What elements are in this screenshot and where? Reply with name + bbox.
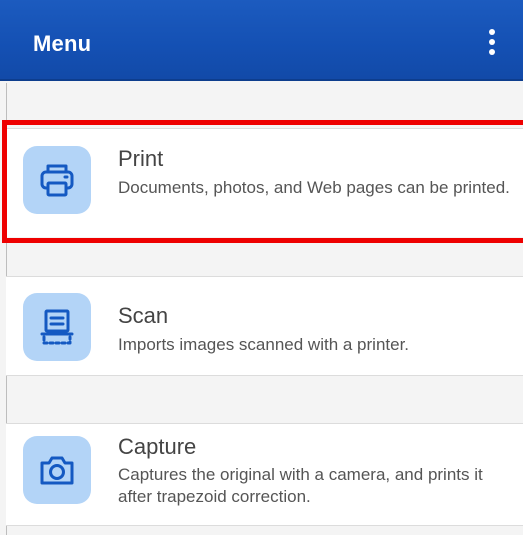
menu-item-description: Documents, photos, and Web pages can be … (118, 178, 510, 197)
menu-item-title: Capture (118, 434, 197, 459)
page-title: Menu (33, 31, 92, 56)
printer-icon (23, 146, 91, 214)
menu-item-title: Scan (118, 303, 169, 328)
more-vert-icon[interactable] (480, 26, 504, 58)
menu-item-print[interactable]: Print Documents, photos, and Web pages c… (6, 128, 523, 237)
menu-item-capture[interactable]: Capture Captures the original with a cam… (6, 423, 523, 526)
camera-icon (23, 436, 91, 504)
menu-item-scan[interactable]: Scan Imports images scanned with a print… (6, 276, 523, 376)
app-bar: Menu (0, 0, 523, 81)
menu-item-title: Print (118, 146, 164, 171)
menu-item-description: Imports images scanned with a printer. (118, 335, 410, 354)
menu-screen: Menu Print Documents, photos, and Web pa… (0, 0, 523, 535)
menu-item-description: Captures the original with a camera, and… (118, 465, 483, 506)
scanner-icon (23, 293, 91, 361)
